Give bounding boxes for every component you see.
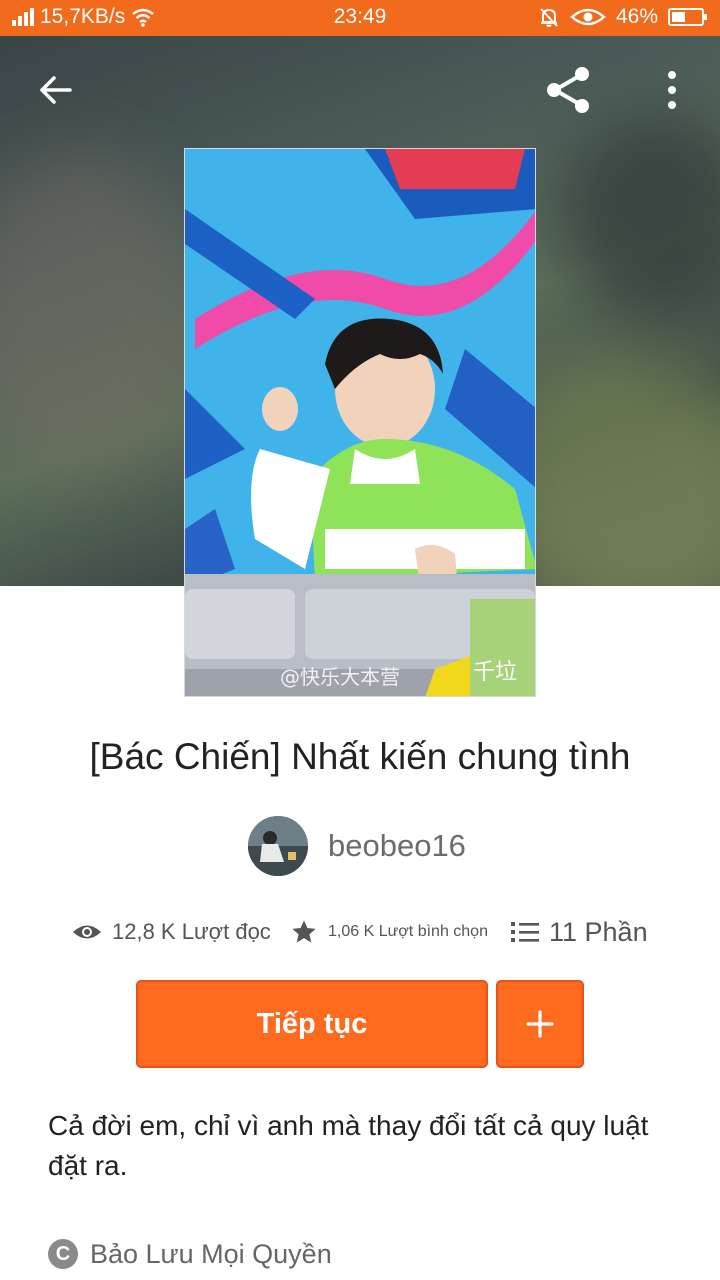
back-button[interactable]: [28, 62, 84, 118]
plus-icon: [526, 1010, 554, 1038]
arrow-left-icon: [40, 76, 72, 104]
battery-icon: [668, 8, 707, 26]
author-name[interactable]: beobeo16: [328, 828, 466, 864]
cover-watermark: @快乐大本营: [280, 665, 400, 689]
star-icon: [292, 920, 316, 943]
reads-count: 12,8 K Lượt đọc: [112, 919, 271, 944]
battery-percent: 46%: [615, 5, 658, 28]
eye-icon: [570, 8, 606, 26]
votes-stat: 1,06 K Lượt bình chọn: [290, 910, 488, 954]
share-icon: [547, 67, 589, 113]
eye-icon: [73, 925, 101, 939]
story-title: [Bác Chiến] Nhất kiến chung tình: [89, 736, 631, 777]
more-options-button[interactable]: [644, 62, 700, 118]
list-icon: [511, 922, 539, 942]
copyright-label: Bảo Lưu Mọi Quyền: [90, 1238, 332, 1269]
status-right: 46%: [538, 5, 707, 29]
parts-count[interactable]: 11 Phần: [549, 917, 648, 948]
add-to-library-button[interactable]: [496, 980, 584, 1068]
copyright-row: C Bảo Lưu Mọi Quyền: [48, 1232, 332, 1276]
cover-image: 千垃 @快乐大本营: [185, 149, 535, 696]
continue-reading-button[interactable]: Tiếp tục: [136, 980, 488, 1068]
share-button[interactable]: [540, 62, 596, 118]
status-bar: 15,7KB/s 23:49 46%: [0, 0, 720, 36]
avatar[interactable]: [248, 816, 308, 876]
reads-stat: 12,8 K Lượt đọc: [72, 910, 271, 954]
cover-sign-text: 千垃: [473, 660, 517, 685]
parts-stat[interactable]: 11 Phần: [511, 910, 648, 954]
more-vertical-icon: [668, 71, 676, 109]
bell-muted-icon: [540, 8, 558, 27]
copyright-icon: C: [48, 1239, 78, 1269]
continue-label: Tiếp tục: [256, 1007, 368, 1040]
story-stats: 12,8 K Lượt đọc 1,06 K Lượt bình chọn 11…: [0, 910, 720, 954]
story-cover[interactable]: 千垃 @快乐大本营: [184, 148, 536, 697]
story-description: Cả đời em, chỉ vì anh mà thay đổi tất cả…: [48, 1110, 649, 1181]
author-link[interactable]: beobeo16: [248, 815, 466, 877]
votes-count: 1,06 K Lượt bình chọn: [328, 923, 488, 940]
